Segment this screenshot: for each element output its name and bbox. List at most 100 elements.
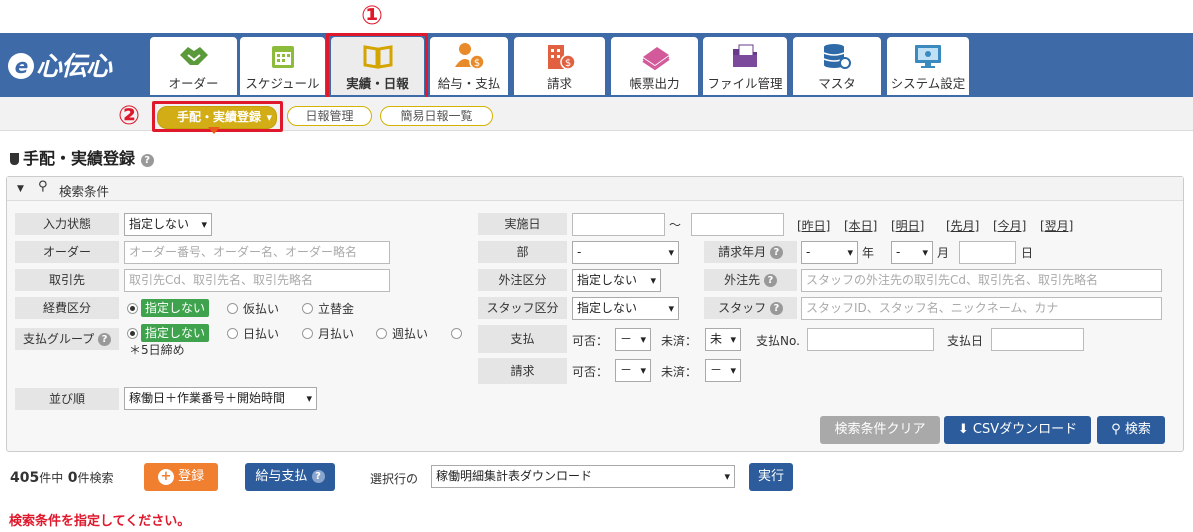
- pay-group-radio-none[interactable]: [127, 328, 138, 339]
- salary-payment-button[interactable]: 給与支払 ?: [245, 463, 335, 491]
- tab-forms-output[interactable]: 帳票出力: [611, 37, 698, 95]
- link-this-month[interactable]: [今月]: [993, 217, 1026, 234]
- pay-group-option-weekly[interactable]: 週払い: [392, 325, 428, 342]
- billing-kahi-select[interactable]: －: [615, 359, 651, 382]
- expense-radio-none[interactable]: [127, 303, 138, 314]
- sort-order-select[interactable]: 稼働日＋作業番号＋開始時間: [124, 387, 317, 410]
- run-button[interactable]: 実行: [749, 463, 793, 491]
- help-icon[interactable]: ?: [98, 333, 112, 346]
- collapse-caret-icon: ▼: [17, 184, 24, 194]
- download-icon: ⬇: [957, 422, 969, 437]
- outsource-type-select[interactable]: 指定しない: [572, 269, 661, 292]
- payment-misumi-select[interactable]: 未: [705, 328, 741, 351]
- date-from-input[interactable]: [572, 213, 665, 236]
- link-yesterday[interactable]: [昨日]: [797, 217, 830, 234]
- label-payment: 支払: [478, 325, 567, 353]
- pay-group-radio-monthly[interactable]: [302, 328, 313, 339]
- expense-radio-reimburse[interactable]: [302, 303, 313, 314]
- error-message: 検索条件を指定してください。: [9, 514, 191, 529]
- expense-option-none[interactable]: 指定しない: [141, 299, 210, 317]
- pay-group-radio-daily[interactable]: [227, 328, 238, 339]
- label-date: 実施日: [478, 213, 567, 235]
- pay-group-option-none[interactable]: 指定しない: [141, 324, 210, 342]
- outsourcer-input[interactable]: スタッフの外注先の取引先Cd、取引先名、取引先略名: [801, 269, 1162, 292]
- tab-salary-payment[interactable]: $ 給与・支払: [430, 37, 508, 95]
- link-tomorrow[interactable]: [明日]: [891, 217, 924, 234]
- expense-radio-advance[interactable]: [227, 303, 238, 314]
- label-expense-type: 経費区分: [15, 297, 119, 319]
- subnav-simple-report-list[interactable]: 簡易日報一覧: [380, 106, 493, 126]
- search-button[interactable]: ⚲ 検索: [1097, 416, 1165, 444]
- label-department: 部: [478, 241, 567, 263]
- link-last-month[interactable]: [先月]: [946, 217, 979, 234]
- label-outsource-type: 外注区分: [478, 269, 567, 291]
- payment-kahi-select[interactable]: －: [615, 328, 651, 351]
- pay-group-option-daily[interactable]: 日払い: [243, 325, 279, 342]
- billing-misumi-select[interactable]: －: [705, 359, 741, 382]
- help-icon[interactable]: ?: [769, 246, 783, 259]
- billing-misumi-label: 未済：: [661, 365, 698, 379]
- label-staff: スタッフ ?: [704, 297, 797, 319]
- tab-file-management[interactable]: ファイル管理: [703, 37, 787, 95]
- expense-option-reimburse[interactable]: 立替金: [318, 300, 354, 317]
- tab-schedule[interactable]: スケジュール: [240, 37, 325, 95]
- department-select[interactable]: -: [572, 241, 679, 264]
- help-icon[interactable]: ?: [311, 470, 325, 483]
- date-range-separator: 〜: [669, 218, 682, 232]
- date-to-input[interactable]: [691, 213, 784, 236]
- payment-misumi-label: 未済：: [661, 334, 698, 348]
- staff-input[interactable]: スタッフID、スタッフ名、ニックネーム、カナ: [801, 297, 1162, 320]
- order-input[interactable]: オーダー番号、オーダー名、オーダー略名: [124, 241, 390, 264]
- csv-download-button[interactable]: ⬇ CSVダウンロード: [944, 416, 1091, 444]
- pay-group-option-monthly[interactable]: 月払い: [318, 325, 354, 342]
- app-logo[interactable]: e 心伝心: [8, 46, 112, 83]
- label-outsourcer: 外注先 ?: [704, 269, 797, 291]
- bill-year-select[interactable]: -: [801, 241, 858, 264]
- link-next-month[interactable]: [翌月]: [1040, 217, 1073, 234]
- subnav-report-management[interactable]: 日報管理: [287, 106, 372, 126]
- year-unit: 年: [862, 246, 875, 260]
- search-panel-header[interactable]: ▼ ⚲ 検索条件: [7, 177, 1183, 201]
- tab-billing[interactable]: $ 請求: [514, 37, 605, 95]
- tab-system-settings[interactable]: システム設定: [887, 37, 969, 95]
- bookmark-icon: [10, 153, 19, 165]
- payment-no-input[interactable]: [807, 328, 934, 351]
- building-money-icon: $: [547, 45, 576, 70]
- tab-master[interactable]: マスタ: [793, 37, 881, 95]
- payment-date-input[interactable]: [991, 328, 1084, 351]
- billing-kahi-label: 可否：: [572, 365, 609, 379]
- label-sort-order: 並び順: [15, 388, 119, 410]
- clear-conditions-button[interactable]: 検索条件クリア: [820, 416, 940, 444]
- tab-order[interactable]: オーダー: [150, 37, 237, 95]
- help-icon[interactable]: ?: [140, 154, 154, 167]
- svg-text:$: $: [564, 58, 570, 69]
- handshake-icon: [179, 47, 208, 65]
- row-action-select[interactable]: 稼働明細集計表ダウンロード: [431, 465, 735, 488]
- link-today[interactable]: [本日]: [844, 217, 877, 234]
- register-button[interactable]: + 登録: [144, 463, 218, 491]
- calendar-icon: [271, 46, 294, 68]
- database-gear-icon: [823, 44, 851, 69]
- staff-type-select[interactable]: 指定しない: [572, 297, 679, 320]
- pay-group-note: ＊5日締め: [129, 343, 185, 357]
- help-icon[interactable]: ?: [769, 302, 783, 315]
- day-unit: 日: [1021, 246, 1034, 260]
- label-bill-month: 請求年月 ?: [704, 241, 797, 263]
- active-indicator-arrow: [208, 127, 220, 134]
- magnifier-icon: ⚲: [38, 179, 48, 194]
- label-billing: 請求: [478, 358, 567, 384]
- annotation-number-1: ①: [361, 1, 384, 31]
- payment-date-label: 支払日: [947, 334, 984, 348]
- bill-month-select[interactable]: -: [891, 241, 933, 264]
- folder-icon: [733, 44, 757, 67]
- client-input[interactable]: 取引先Cd、取引先名、取引先略名: [124, 269, 390, 292]
- search-icon: ⚲: [1111, 422, 1121, 437]
- result-count: 405件中 0件検索: [10, 470, 114, 486]
- month-unit: 月: [937, 246, 950, 260]
- input-status-select[interactable]: 指定しない: [124, 213, 212, 236]
- pay-group-radio-weekly[interactable]: [376, 328, 387, 339]
- pay-group-radio-other[interactable]: [451, 328, 462, 339]
- expense-option-advance[interactable]: 仮払い: [243, 300, 279, 317]
- bill-day-input[interactable]: [959, 241, 1016, 264]
- help-icon[interactable]: ?: [763, 274, 777, 287]
